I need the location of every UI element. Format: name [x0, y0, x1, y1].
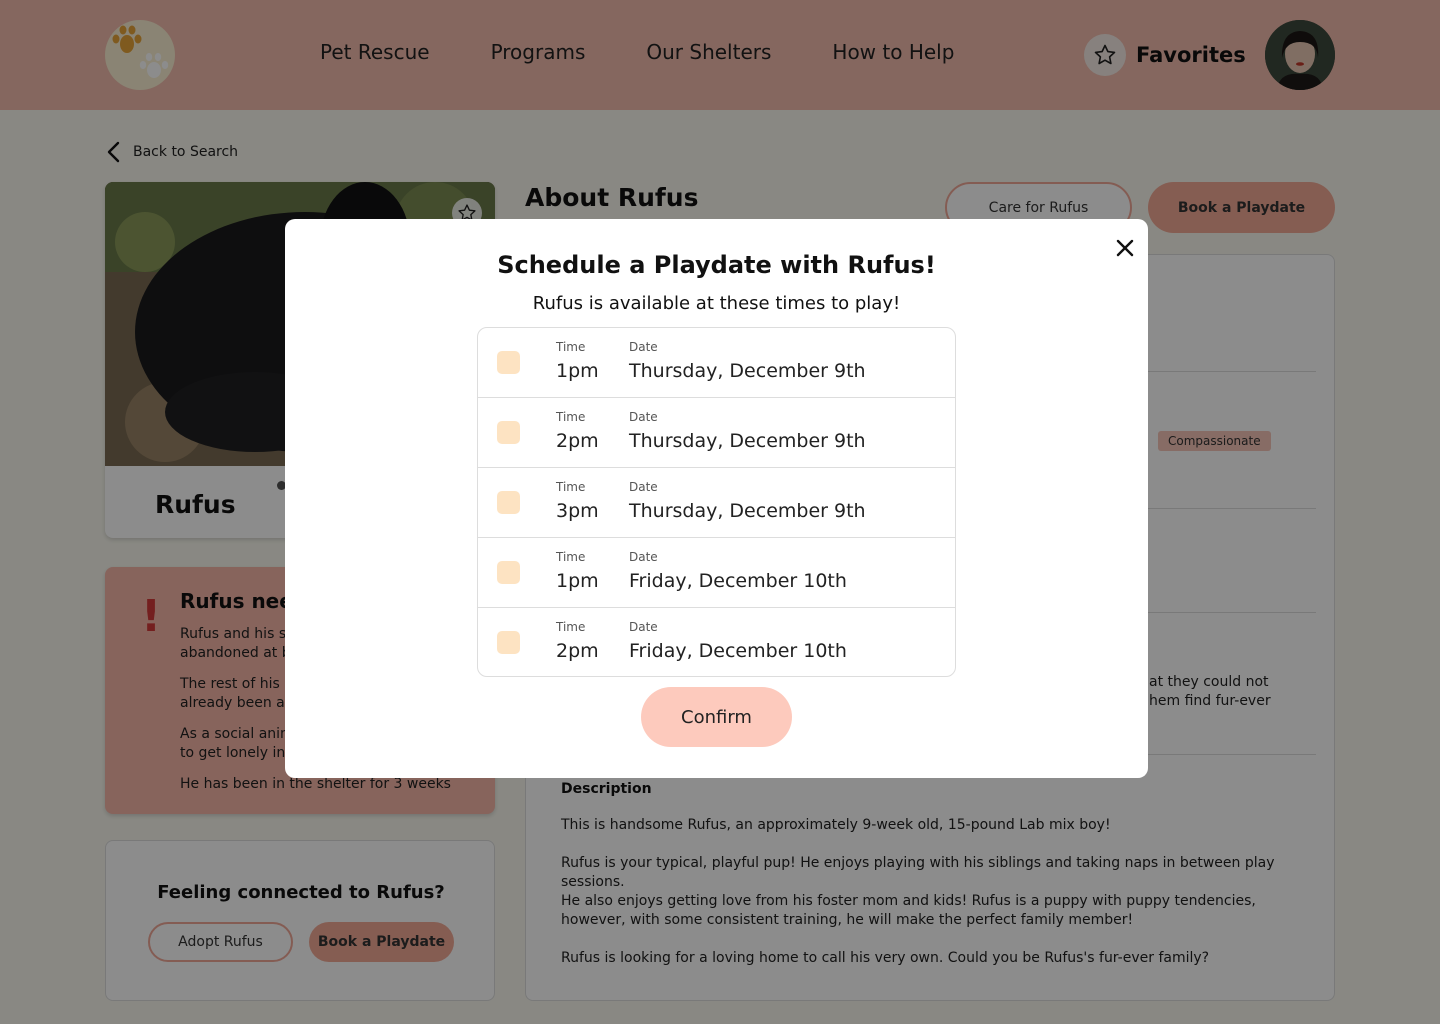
time-slot-row[interactable]: Time Date 1pm Friday, December 10th	[478, 538, 955, 608]
date-label: Date	[629, 410, 658, 424]
modal-title: Schedule a Playdate with Rufus!	[497, 251, 936, 279]
time-slot-row[interactable]: Time Date 1pm Thursday, December 9th	[478, 328, 955, 398]
slot-date: Thursday, December 9th	[629, 360, 866, 382]
date-label: Date	[629, 480, 658, 494]
time-label: Time	[556, 480, 586, 494]
time-label: Time	[556, 620, 586, 634]
date-label: Date	[629, 620, 658, 634]
slot-checkbox[interactable]	[497, 561, 520, 584]
time-label: Time	[556, 410, 586, 424]
time-label: Time	[556, 550, 586, 564]
time-slot-row[interactable]: Time Date 2pm Thursday, December 9th	[478, 398, 955, 468]
modal-subtitle: Rufus is available at these times to pla…	[532, 293, 901, 314]
slot-checkbox[interactable]	[497, 351, 520, 374]
date-label: Date	[629, 550, 658, 564]
slot-date: Friday, December 10th	[629, 640, 847, 662]
playdate-modal: Schedule a Playdate with Rufus! Rufus is…	[285, 219, 1148, 778]
slot-date: Thursday, December 9th	[629, 430, 866, 452]
confirm-button[interactable]: Confirm	[641, 687, 792, 747]
slot-time: 1pm	[556, 360, 599, 382]
slot-time: 2pm	[556, 430, 599, 452]
time-slot-row[interactable]: Time Date 2pm Friday, December 10th	[478, 608, 955, 676]
slot-time: 2pm	[556, 640, 599, 662]
slot-checkbox[interactable]	[497, 631, 520, 654]
slot-time: 1pm	[556, 570, 599, 592]
slot-checkbox[interactable]	[497, 421, 520, 444]
time-slot-list: Time Date 1pm Thursday, December 9th Tim…	[477, 327, 956, 677]
time-slot-row[interactable]: Time Date 3pm Thursday, December 9th	[478, 468, 955, 538]
slot-time: 3pm	[556, 500, 599, 522]
slot-date: Thursday, December 9th	[629, 500, 866, 522]
date-label: Date	[629, 340, 658, 354]
time-label: Time	[556, 340, 586, 354]
slot-checkbox[interactable]	[497, 491, 520, 514]
slot-date: Friday, December 10th	[629, 570, 847, 592]
